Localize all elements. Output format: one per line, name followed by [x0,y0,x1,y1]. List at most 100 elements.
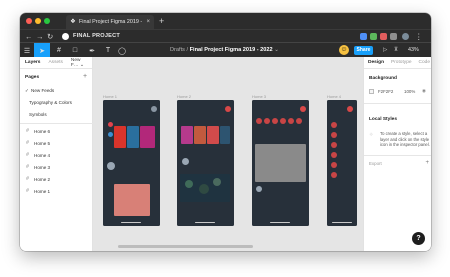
profile-avatar[interactable] [402,33,409,40]
browser-menu-icon[interactable]: ⋮ [415,31,423,42]
file-menu-chevron-icon[interactable]: ⌄ [274,47,279,53]
background-heading: Background [369,76,397,81]
extension-icon[interactable] [370,33,377,40]
user-avatar[interactable]: ☺ [339,45,349,55]
story-avatar [264,118,270,124]
move-tool-icon[interactable]: ➤ [34,43,50,58]
export-section[interactable]: Export + [369,160,429,166]
story-avatar [331,152,337,158]
share-button[interactable]: Share [354,46,373,55]
frame-icon: # [26,128,29,134]
layer-item[interactable]: # Home 4 [25,153,50,159]
story-avatar [288,118,294,124]
frame-icon: # [26,164,29,170]
divider [364,103,431,104]
page-item-symbols[interactable]: Symbols [29,112,47,117]
back-arrow-icon[interactable]: ← [25,31,33,42]
divider [364,155,431,156]
breadcrumb-separator: / [186,47,189,53]
shape-tool-icon[interactable]: □ [68,43,82,58]
story-image [114,126,126,148]
layer-item[interactable]: # Home 6 [25,128,50,135]
reload-icon[interactable]: ↻ [47,31,53,42]
post-image [114,184,150,216]
style-grid-icon: ⁘ [369,132,374,138]
tab-design[interactable]: Design [368,60,384,65]
extension-icon[interactable] [390,33,397,40]
layer-item[interactable]: # Home 5 [25,140,51,147]
frame-label[interactable]: Home 3 [252,94,266,99]
window-minimize-button[interactable] [35,18,41,24]
story-avatar [108,132,113,137]
image-detail [185,180,193,188]
tab-layers[interactable]: Layers [25,60,40,65]
notification-badge [300,106,306,112]
home-indicator [121,221,141,223]
tab-prototype[interactable]: Prototype [391,60,412,65]
design-canvas[interactable]: Home 1 Home 2 Home 3 Home 4 [93,57,363,251]
add-page-button[interactable]: + [83,73,87,80]
background-hex-input[interactable]: F2F2F2 [378,89,393,94]
eye-icon[interactable]: ◉ [422,88,426,94]
browser-tab-active[interactable]: ❖ Final Project Figma 2019 - 2022 × [66,15,154,29]
file-name[interactable]: Final Project Figma 2019 - 2022 [190,47,273,53]
layer-item[interactable]: # Home 3 [25,164,51,171]
frame-tool-icon[interactable]: # [52,43,66,58]
breadcrumb-root[interactable]: Drafts [170,47,185,53]
frame-label[interactable]: Home 4 [327,94,341,99]
story-image [181,126,193,144]
story-avatar [296,118,302,124]
extension-icon[interactable] [360,33,367,40]
story-image [220,126,230,144]
page-item-label: New Feeds [31,88,55,93]
local-styles-heading: Local Styles [369,117,397,122]
add-export-button[interactable]: + [425,160,429,166]
text-tool-icon[interactable]: T [102,43,114,58]
zoom-level[interactable]: 43% [408,47,419,53]
right-sidebar: Design Prototype Code Background F2F2F2 … [363,57,431,251]
layer-label: Home 3 [34,165,51,170]
tab-close-icon[interactable]: × [146,19,150,25]
forward-arrow-icon[interactable]: → [36,31,44,42]
browser-nav-bar: ← → ↻ FINAL PROJECT ⋮ [20,29,431,42]
phone-frame-home-3[interactable] [252,100,309,226]
tab-assets[interactable]: Assets [48,60,62,65]
story-avatar [331,172,337,178]
main-menu-icon[interactable]: ☰ [20,43,34,58]
page-item-label: Typography & Colors [29,100,72,105]
frame-label[interactable]: Home 1 [103,94,117,99]
post-avatar [256,186,262,192]
phone-frame-home-4[interactable] [327,100,357,226]
tab-code[interactable]: Code [419,60,430,65]
layer-label: Home 5 [34,141,51,146]
window-zoom-button[interactable] [44,18,50,24]
pen-tool-icon[interactable]: ✒ [84,43,100,58]
project-avatar [62,33,69,40]
phone-frame-home-1[interactable] [103,100,160,226]
canvas-horizontal-scrollbar[interactable] [118,245,253,248]
new-tab-button[interactable]: + [159,15,164,27]
layer-item[interactable]: # Home 2 [25,177,50,183]
story-avatar [108,122,113,127]
browser-title-bar: ❖ Final Project Figma 2019 - 2022 × + [20,13,431,29]
story-image [194,126,206,144]
multiplayer-icon[interactable]: ⊼ [394,47,398,53]
frame-icon: # [26,140,29,146]
browser-window: ❖ Final Project Figma 2019 - 2022 × + ← … [20,13,431,251]
breadcrumb[interactable]: Drafts / Final Project Figma 2019 - 2022… [170,47,279,53]
current-page-dropdown[interactable]: New F… ⌄ [71,58,87,68]
background-color-swatch[interactable] [369,89,374,94]
story-avatar [272,118,278,124]
window-close-button[interactable] [26,18,32,24]
extension-icon[interactable] [380,33,387,40]
phone-frame-home-2[interactable] [177,100,234,226]
layer-item[interactable]: # Home 1 [25,189,50,195]
background-opacity-input[interactable]: 100% [404,89,415,94]
present-icon[interactable]: ▷ [383,47,387,53]
page-item-typography[interactable]: Typography & Colors [29,100,72,105]
comment-tool-icon[interactable]: ◯ [116,43,128,58]
frame-label[interactable]: Home 2 [177,94,191,99]
story-avatar [331,162,337,168]
help-button[interactable]: ? [412,232,425,245]
page-item-new-feeds[interactable]: ✓ New Feeds [25,88,54,94]
